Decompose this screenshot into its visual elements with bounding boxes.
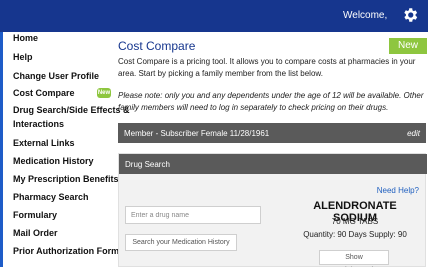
top-header-bar: Welcome,	[0, 0, 428, 32]
new-button[interactable]: New	[389, 38, 427, 54]
drug-search-panel: Drug Search Need Help? Search your Medic…	[118, 153, 427, 267]
gear-icon[interactable]	[401, 6, 419, 24]
sidebar-item-prior-authorization[interactable]: Prior Authorization Forms	[13, 245, 124, 257]
sidebar-item-prescription-benefits[interactable]: My Prescription Benefits	[13, 173, 119, 185]
sidebar-item-help[interactable]: Help	[13, 51, 33, 63]
drug-strength: 70 MG TABS	[331, 217, 379, 226]
drug-search-title: Drug Search	[125, 160, 170, 169]
member-label: Member - Subscriber Female 11/28/1961	[124, 129, 270, 138]
page-title: Cost Compare	[118, 39, 196, 53]
quantity-days-supply: Quantity: 90 Days Supply: 90	[303, 230, 407, 239]
edit-member-link[interactable]: edit	[407, 129, 420, 138]
sidebar-item-cost-compare[interactable]: Cost Compare	[13, 87, 75, 99]
welcome-text: Welcome,	[343, 10, 388, 21]
drug-name-input[interactable]	[125, 206, 261, 224]
search-medication-history-button[interactable]: Search your Medication History	[125, 234, 237, 251]
main-content: Cost Compare New Cost Compare is a prici…	[110, 32, 428, 267]
sidebar-item-formulary[interactable]: Formulary	[13, 209, 57, 221]
sidebar-nav: Home Help Change User Profile Cost Compa…	[3, 32, 130, 267]
member-selector-bar[interactable]: Member - Subscriber Female 11/28/1961 ed…	[118, 123, 426, 143]
need-help-link[interactable]: Need Help?	[377, 186, 419, 195]
show-brands-generics-button[interactable]: Show Brands/Generics	[319, 250, 389, 265]
sidebar-item-change-user-profile[interactable]: Change User Profile	[13, 70, 99, 82]
sidebar-item-home[interactable]: Home	[13, 32, 38, 44]
sidebar-item-external-links[interactable]: External Links	[13, 137, 75, 149]
sidebar-item-drug-search-cont[interactable]: Interactions	[13, 118, 64, 130]
family-note: Please note: only you and any dependents…	[118, 91, 424, 112]
drug-search-header: Drug Search	[119, 154, 427, 174]
sidebar-item-pharmacy-search[interactable]: Pharmacy Search	[13, 191, 89, 203]
intro-text: Cost Compare is a pricing tool. It allow…	[118, 57, 416, 78]
sidebar-new-badge: New	[97, 88, 111, 98]
sidebar-item-medication-history[interactable]: Medication History	[13, 155, 94, 167]
sidebar-item-mail-order[interactable]: Mail Order	[13, 227, 58, 239]
